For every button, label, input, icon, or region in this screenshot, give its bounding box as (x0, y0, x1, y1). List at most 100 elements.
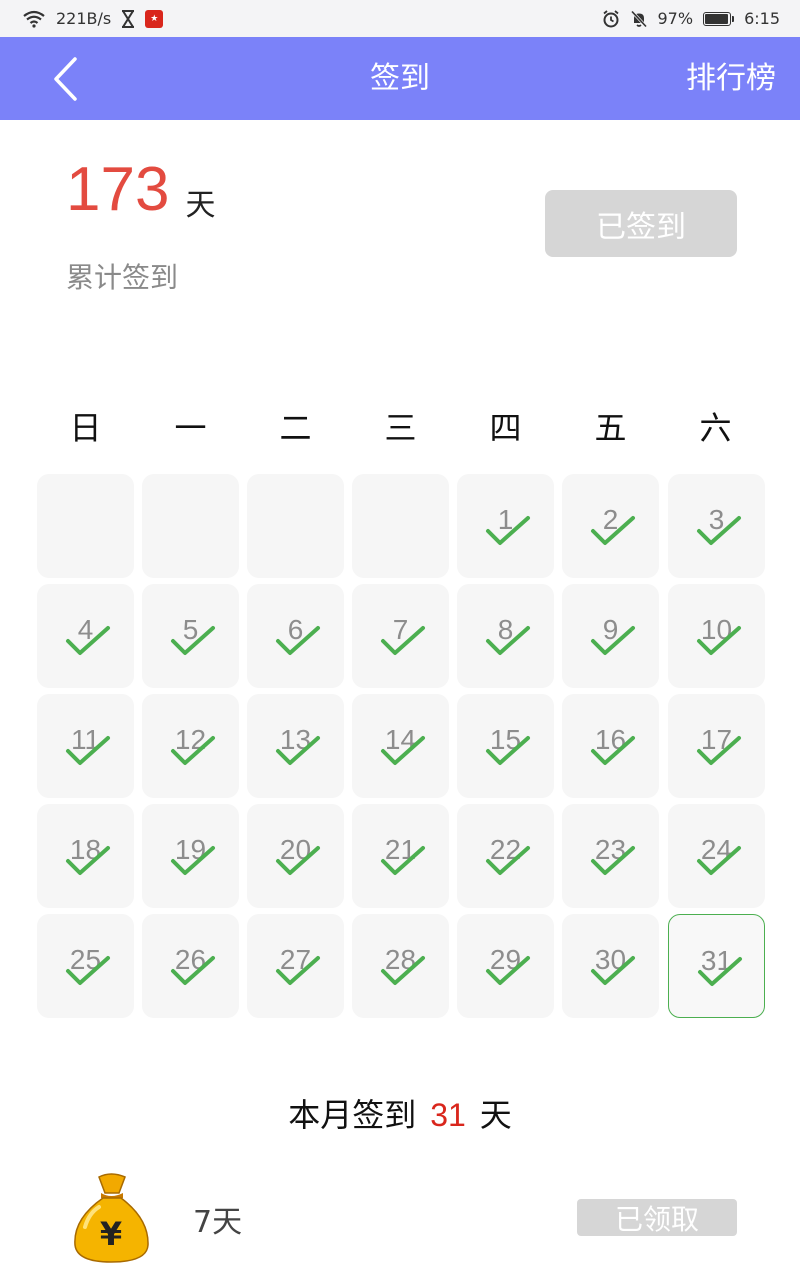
network-speed: 221B/s (56, 9, 112, 28)
svg-text:¥: ¥ (100, 1215, 122, 1253)
calendar-day-21[interactable]: 21 (352, 804, 449, 908)
checkmark-icon (591, 736, 635, 765)
calendar-day-23[interactable]: 23 (562, 804, 659, 908)
checkmark-icon (66, 846, 110, 875)
calendar-day-20[interactable]: 20 (247, 804, 344, 908)
month-summary-suffix: 天 (479, 1096, 512, 1134)
checkmark-icon (171, 956, 215, 985)
calendar-day-15[interactable]: 15 (457, 694, 554, 798)
checkmark-icon (486, 626, 530, 655)
checkmark-icon (171, 846, 215, 875)
calendar-day-9[interactable]: 9 (562, 584, 659, 688)
checkmark-icon (381, 626, 425, 655)
checkmark-icon (697, 626, 741, 655)
signed-in-button[interactable]: 已签到 (545, 190, 737, 257)
weekday-wed: 三 (384, 409, 417, 447)
calendar-day-25[interactable]: 25 (37, 914, 134, 1018)
checkmark-icon (171, 626, 215, 655)
status-right: 97% 6:15 (602, 9, 780, 28)
reward-row: ¥ 7天 已领取 (0, 1165, 800, 1269)
calendar-day-17[interactable]: 17 (668, 694, 765, 798)
calendar-day-8[interactable]: 8 (457, 584, 554, 688)
total-days: 173 天 (66, 152, 215, 228)
calendar-day-12[interactable]: 12 (142, 694, 239, 798)
checkmark-icon (697, 846, 741, 875)
checkmark-icon (591, 516, 635, 545)
checkmark-icon (381, 736, 425, 765)
calendar-day-3[interactable]: 3 (668, 474, 765, 578)
checkmark-icon (697, 516, 741, 545)
checkmark-icon (66, 956, 110, 985)
reward-days-label: 7天 (193, 1205, 243, 1240)
checkmark-icon (591, 626, 635, 655)
weekday-thu: 四 (489, 409, 522, 447)
calendar-empty-cell (352, 474, 449, 578)
checkmark-icon (486, 736, 530, 765)
checkmark-icon (486, 516, 530, 545)
claimed-button[interactable]: 已领取 (577, 1199, 737, 1236)
mute-icon (630, 9, 647, 28)
calendar-empty-cell (37, 474, 134, 578)
checkmark-icon (276, 626, 320, 655)
checkmark-icon (591, 956, 635, 985)
calendar-day-4[interactable]: 4 (37, 584, 134, 688)
back-button[interactable] (40, 51, 90, 107)
weekday-fri: 五 (594, 409, 627, 447)
checkmark-icon (486, 846, 530, 875)
battery-percent: 97% (657, 9, 694, 28)
checkmark-icon (276, 846, 320, 875)
month-summary-prefix: 本月签到 (288, 1096, 417, 1134)
calendar-day-11[interactable]: 11 (37, 694, 134, 798)
app-badge-icon: ★ (145, 9, 164, 28)
ranking-button[interactable]: 排行榜 (686, 37, 776, 120)
weekday-sun: 日 (69, 409, 102, 447)
calendar-day-13[interactable]: 13 (247, 694, 344, 798)
alarm-icon (602, 9, 619, 27)
status-left: 221B/s ★ (22, 9, 164, 28)
calendar-day-22[interactable]: 22 (457, 804, 554, 908)
calendar-day-7[interactable]: 7 (352, 584, 449, 688)
calendar-day-5[interactable]: 5 (142, 584, 239, 688)
total-days-label: 累计签到 (66, 261, 179, 294)
month-summary-count: 31 (430, 1097, 466, 1133)
calendar-day-2[interactable]: 2 (562, 474, 659, 578)
total-days-unit: 天 (185, 188, 216, 223)
calendar-empty-cell (247, 474, 344, 578)
calendar-day-14[interactable]: 14 (352, 694, 449, 798)
calendar-day-28[interactable]: 28 (352, 914, 449, 1018)
calendar-day-29[interactable]: 29 (457, 914, 554, 1018)
checkmark-icon (66, 736, 110, 765)
calendar-day-1[interactable]: 1 (457, 474, 554, 578)
checkmark-icon (697, 736, 741, 765)
calendar-day-26[interactable]: 26 (142, 914, 239, 1018)
checkmark-icon (381, 956, 425, 985)
hourglass-icon (122, 9, 135, 28)
app-root: 221B/s ★ 97% 6:15 签到 排行榜 173 天 累计签到 已签到 … (0, 0, 800, 1280)
battery-icon (703, 11, 735, 26)
checkmark-icon (171, 736, 215, 765)
calendar-day-30[interactable]: 30 (562, 914, 659, 1018)
calendar-day-16[interactable]: 16 (562, 694, 659, 798)
calendar-day-19[interactable]: 19 (142, 804, 239, 908)
calendar-day-18[interactable]: 18 (37, 804, 134, 908)
status-bar: 221B/s ★ 97% 6:15 (0, 0, 800, 37)
total-days-value: 173 (66, 155, 170, 224)
checkmark-icon (66, 626, 110, 655)
calendar-day-6[interactable]: 6 (247, 584, 344, 688)
weekday-mon: 一 (174, 409, 207, 447)
weekday-tue: 二 (279, 409, 312, 447)
calendar-day-24[interactable]: 24 (668, 804, 765, 908)
calendar-day-10[interactable]: 10 (668, 584, 765, 688)
weekday-sat: 六 (699, 409, 732, 447)
clock-time: 6:15 (744, 9, 780, 28)
checkmark-icon (698, 957, 742, 986)
chevron-left-icon (54, 57, 77, 101)
calendar-day-31[interactable]: 31 (668, 914, 765, 1018)
calendar-day-27[interactable]: 27 (247, 914, 344, 1018)
checkmark-icon (276, 736, 320, 765)
checkmark-icon (276, 956, 320, 985)
checkmark-icon (486, 956, 530, 985)
calendar-empty-cell (142, 474, 239, 578)
nav-bar: 签到 排行榜 (0, 37, 800, 120)
weekday-header: 日 一 二 三 四 五 六 (37, 406, 765, 450)
